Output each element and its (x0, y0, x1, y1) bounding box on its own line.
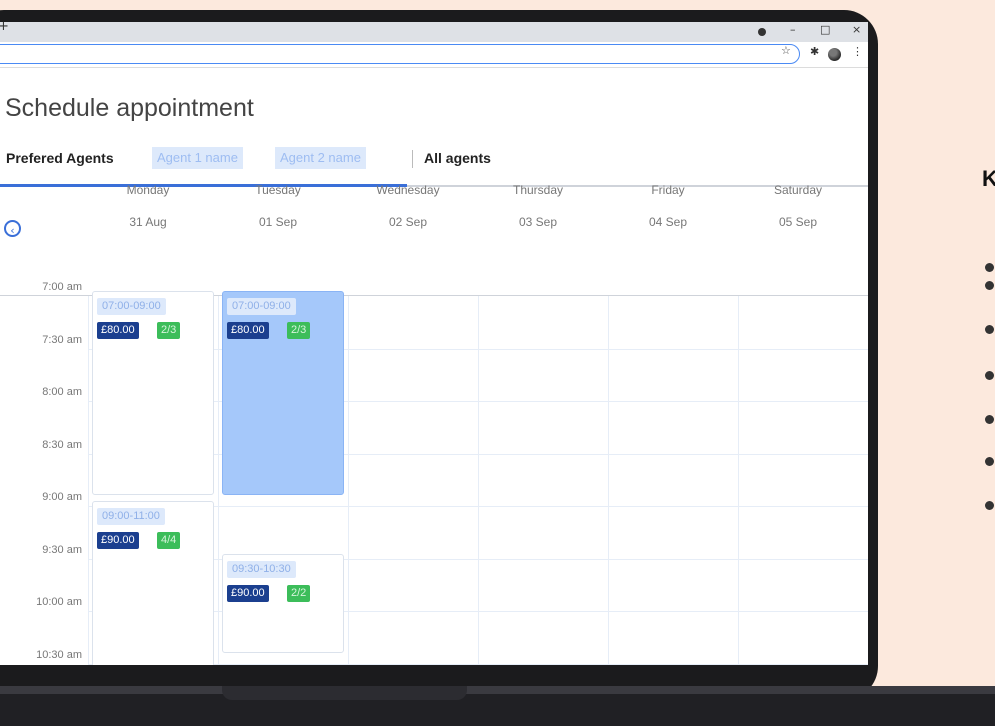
agent-chip-1[interactable]: Agent 1 name (152, 147, 243, 169)
slot-price-badge: £90.00 (97, 532, 139, 549)
page-title: Schedule appointment (5, 94, 254, 122)
preferred-agents-tab[interactable]: Prefered Agents (6, 150, 114, 166)
day-name: Saturday (773, 183, 823, 197)
bullet-dot (985, 371, 994, 380)
browser-tab-bar: + – □ × (0, 22, 868, 42)
time-label: 7:00 am (42, 281, 82, 293)
day-name: Monday (126, 183, 170, 197)
screen: + – □ × ☆ ✱ ⋮ Schedule appointment Prefe… (0, 22, 868, 665)
day-name: Friday (651, 183, 685, 197)
time-label: 8:00 am (42, 386, 82, 398)
profile-dot-icon[interactable] (758, 28, 766, 36)
tab-separator (412, 150, 413, 168)
extensions-icon[interactable]: ✱ (810, 45, 819, 58)
slot-price-badge: £80.00 (227, 322, 269, 339)
close-icon[interactable]: × (852, 23, 861, 36)
address-bar[interactable] (0, 44, 800, 64)
slot-price-badge: £80.00 (97, 322, 139, 339)
schedule-grid: 07:00-09:00 £80.00 2/3 07:00-09:00 £80.00 2/3… (88, 291, 868, 665)
time-label: 9:00 am (42, 491, 82, 503)
browser-toolbar: ☆ ✱ ⋮ (0, 42, 868, 68)
previous-week-icon[interactable]: ‹ (4, 220, 21, 237)
time-label: 7:30 am (42, 333, 82, 346)
grid-col-line (608, 296, 609, 665)
time-label: 8:30 am (42, 438, 82, 451)
agent-filter-row: Prefered Agents Agent 1 name Agent 2 nam… (0, 147, 868, 171)
bullet-dot (985, 415, 994, 424)
bullet-dot (985, 501, 994, 510)
laptop-base-edge (0, 686, 995, 694)
bookmark-star-icon[interactable]: ☆ (781, 44, 791, 57)
profile-avatar[interactable] (828, 48, 841, 61)
time-label: 10:00 am (36, 596, 82, 608)
maximize-icon[interactable]: □ (820, 23, 830, 36)
day-name: Thursday (512, 183, 564, 197)
bullet-dot (985, 281, 994, 290)
grid-col-line (218, 296, 219, 665)
day-date: 05 Sep (778, 215, 818, 229)
laptop-notch (222, 686, 467, 700)
time-label: 9:30 am (42, 543, 82, 556)
bullet-dot (985, 325, 994, 334)
bullet-dot (985, 457, 994, 466)
appointment-slot[interactable]: 07:00-09:00 £80.00 2/3 (92, 291, 214, 495)
slot-price-badge: £90.00 (227, 584, 269, 602)
slot-time: 09:30-10:30 (227, 560, 296, 578)
slot-capacity-badge: 2/2 (287, 584, 311, 602)
active-tab-indicator (0, 184, 407, 187)
day-name: Wednesday (376, 183, 440, 197)
slot-time: 07:00-09:00 (227, 298, 296, 315)
grid-col-line (478, 296, 479, 665)
slot-time: 09:00-11:00 (97, 508, 165, 525)
day-date: 04 Sep (648, 215, 688, 229)
slot-capacity-badge: 2/3 (157, 322, 181, 339)
bullet-dot (985, 263, 994, 272)
slot-capacity-badge: 4/4 (157, 532, 181, 549)
day-date: 02 Sep (388, 215, 428, 229)
side-heading: K (982, 166, 995, 191)
appointment-slot[interactable]: 07:00-09:00 £80.00 2/3 (222, 291, 344, 495)
grid-col-line (88, 296, 89, 665)
agent-chip-2[interactable]: Agent 2 name (275, 147, 366, 169)
new-tab-icon[interactable]: + (0, 22, 9, 34)
slot-capacity-badge: 2/3 (287, 322, 311, 339)
day-name: Tuesday (255, 183, 301, 197)
appointment-slot[interactable]: 09:30-10:30 £90.00 2/2 (222, 553, 344, 653)
grid-col-line (348, 296, 349, 665)
time-label: 10:30 am (36, 648, 82, 661)
day-date: 01 Sep (258, 215, 298, 229)
slot-time: 07:00-09:00 (97, 298, 166, 315)
day-date: 03 Sep (518, 215, 558, 229)
grid-col-line (738, 296, 739, 665)
appointment-slot[interactable]: 09:00-11:00 £90.00 4/4 (92, 501, 214, 665)
minimize-icon[interactable]: – (790, 23, 796, 36)
all-agents-tab[interactable]: All agents (424, 150, 491, 166)
day-date: 31 Aug (129, 215, 167, 229)
menu-icon[interactable]: ⋮ (852, 45, 863, 58)
